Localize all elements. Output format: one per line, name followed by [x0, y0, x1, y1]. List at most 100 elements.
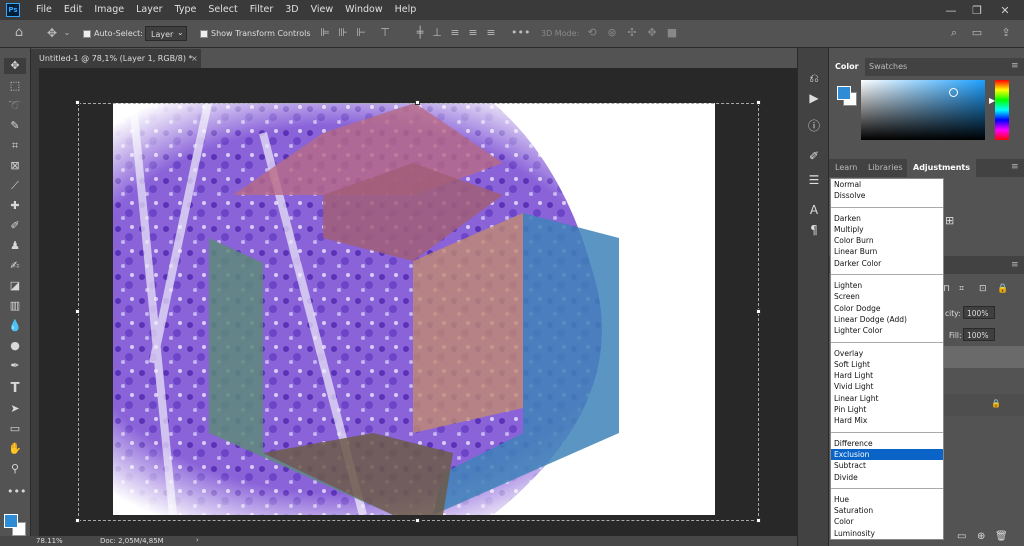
- blend-mode-option[interactable]: Luminosity: [831, 528, 943, 539]
- brushes-icon[interactable]: ✐: [806, 148, 822, 164]
- zoom-level[interactable]: 78.11%: [36, 537, 63, 545]
- align-top-icon[interactable]: ⊤: [378, 26, 392, 40]
- 3d-roll-icon[interactable]: ⊛: [605, 26, 619, 40]
- tab-swatches[interactable]: Swatches: [863, 58, 913, 76]
- blend-mode-option[interactable]: Saturation: [831, 505, 943, 516]
- blend-mode-option[interactable]: Difference: [831, 438, 943, 449]
- foreground-color-swatch-top[interactable]: [4, 514, 18, 528]
- blend-mode-option[interactable]: Linear Light: [831, 393, 943, 404]
- blend-mode-option[interactable]: Normal: [831, 179, 943, 190]
- align-bottom-icon[interactable]: ⊥: [430, 26, 444, 40]
- blend-mode-option[interactable]: Linear Dodge (Add): [831, 314, 943, 325]
- hue-slider[interactable]: [995, 80, 1009, 140]
- blend-mode-option[interactable]: Darken: [831, 213, 943, 224]
- transform-handle[interactable]: [756, 309, 761, 314]
- panel-menu-icon[interactable]: ≡: [1011, 61, 1019, 71]
- distribute-bottom-icon[interactable]: ≡: [484, 26, 498, 40]
- character-icon[interactable]: A: [806, 202, 822, 218]
- lock-artboard-icon[interactable]: ⌗: [959, 284, 964, 294]
- color-picker-cursor[interactable]: [949, 88, 958, 97]
- transform-handle[interactable]: [75, 518, 80, 523]
- blend-mode-option[interactable]: Pin Light: [831, 404, 943, 415]
- transform-bounding-box[interactable]: [78, 103, 759, 521]
- fill-input[interactable]: 100%: [963, 328, 995, 341]
- rectangle-tool-icon[interactable]: ▭: [7, 421, 23, 437]
- new-group-icon[interactable]: ▭: [957, 531, 966, 542]
- transform-handle[interactable]: [756, 518, 761, 523]
- distribute-middle-icon[interactable]: ≡: [466, 26, 480, 40]
- home-icon[interactable]: ⌂: [12, 26, 26, 40]
- blend-mode-option[interactable]: Lighten: [831, 280, 943, 291]
- menu-layer[interactable]: Layer: [130, 0, 169, 20]
- more-tools-icon[interactable]: •••: [7, 484, 26, 500]
- move-tool-icon[interactable]: ✥: [45, 26, 59, 40]
- chevron-down-icon[interactable]: ⌄: [60, 26, 74, 40]
- new-layer-icon[interactable]: ⊕: [977, 531, 985, 542]
- lasso-tool-icon[interactable]: ➰: [7, 98, 23, 114]
- show-transform-checkbox[interactable]: [200, 30, 208, 38]
- blend-mode-option[interactable]: Screen: [831, 291, 943, 302]
- path-select-tool-icon[interactable]: ➤: [7, 401, 23, 417]
- move-tool-icon[interactable]: ✥: [7, 58, 23, 74]
- more-options-icon[interactable]: •••: [511, 26, 530, 40]
- blend-mode-option[interactable]: Color Dodge: [831, 303, 943, 314]
- clone-stamp-tool-icon[interactable]: ♟: [7, 238, 23, 254]
- blend-mode-dropdown[interactable]: Normal Dissolve Darken Multiply Color Burn Li…: [830, 178, 944, 540]
- align-left-icon[interactable]: ⊫: [318, 26, 332, 40]
- canvas-area[interactable]: [31, 68, 797, 536]
- blend-mode-option[interactable]: Dissolve: [831, 190, 943, 201]
- blend-mode-option[interactable]: Exclusion: [831, 448, 943, 461]
- workspace-icon[interactable]: ▭: [970, 26, 984, 40]
- brush-tool-icon[interactable]: ✐: [7, 218, 23, 234]
- blend-mode-option[interactable]: Linear Burn: [831, 246, 943, 257]
- hue-slider-arrow-icon[interactable]: ▶: [989, 96, 995, 105]
- blend-mode-option[interactable]: Hue: [831, 494, 943, 505]
- blend-mode-option[interactable]: Multiply: [831, 224, 943, 235]
- tab-color[interactable]: Color: [829, 58, 865, 76]
- menu-type[interactable]: Type: [169, 0, 203, 20]
- color-picker-field[interactable]: [861, 80, 985, 140]
- zoom-tool-icon[interactable]: ⚲: [7, 461, 23, 477]
- blend-mode-option[interactable]: Subtract: [831, 460, 943, 471]
- layer-row-selected[interactable]: [944, 346, 1024, 368]
- transform-handle[interactable]: [75, 100, 80, 105]
- menu-3d[interactable]: 3D: [279, 0, 304, 20]
- transform-handle[interactable]: [75, 309, 80, 314]
- opacity-input[interactable]: 100%: [963, 306, 995, 319]
- panel-menu-icon[interactable]: ≡: [1011, 162, 1019, 172]
- layer-row[interactable]: [944, 394, 1024, 416]
- delete-layer-icon[interactable]: 🗑: [995, 531, 1008, 542]
- share-icon[interactable]: ⇪: [999, 26, 1013, 40]
- minimize-icon[interactable]: —: [938, 0, 964, 20]
- frame-tool-icon[interactable]: ⊠: [7, 158, 23, 174]
- type-tool-icon[interactable]: T: [7, 381, 23, 397]
- document-tab[interactable]: Untitled-1 @ 78,1% (Layer 1, RGB/8) * ×: [31, 48, 201, 68]
- marquee-tool-icon[interactable]: ⬚: [7, 78, 23, 94]
- close-window-icon[interactable]: ✕: [992, 0, 1018, 20]
- pen-tool-icon[interactable]: ✒: [7, 358, 23, 374]
- close-tab-icon[interactable]: ×: [191, 49, 198, 69]
- blend-mode-option[interactable]: Darker Color: [831, 258, 943, 269]
- history-brush-tool-icon[interactable]: ✍: [7, 258, 23, 274]
- menu-help[interactable]: Help: [389, 0, 423, 20]
- menu-image[interactable]: Image: [88, 0, 130, 20]
- 3d-pan-icon[interactable]: ✣: [625, 26, 639, 40]
- healing-brush-tool-icon[interactable]: ✚: [7, 198, 23, 214]
- menu-edit[interactable]: Edit: [58, 0, 88, 20]
- info-icon[interactable]: ⓘ: [806, 118, 822, 134]
- tab-learn[interactable]: Learn: [829, 159, 863, 177]
- 3d-orbit-icon[interactable]: ⟲: [585, 26, 599, 40]
- panel-menu-icon[interactable]: ≡: [1011, 260, 1019, 270]
- blend-mode-option[interactable]: Divide: [831, 472, 943, 483]
- lock-pixels-icon[interactable]: ⊓: [943, 284, 950, 294]
- blend-mode-option[interactable]: Lighter Color: [831, 325, 943, 336]
- blend-mode-option[interactable]: Hard Light: [831, 370, 943, 381]
- restore-icon[interactable]: ❐: [964, 0, 990, 20]
- distribute-top-icon[interactable]: ≡: [448, 26, 462, 40]
- align-middle-icon[interactable]: ╪: [413, 26, 427, 40]
- blend-mode-option[interactable]: Color: [831, 516, 943, 527]
- blend-mode-option[interactable]: Soft Light: [831, 359, 943, 370]
- grid-icon[interactable]: ⊞: [945, 214, 954, 227]
- auto-select-dropdown[interactable]: Layer ⌄: [145, 26, 187, 41]
- crop-tool-icon[interactable]: ⌗: [7, 138, 23, 154]
